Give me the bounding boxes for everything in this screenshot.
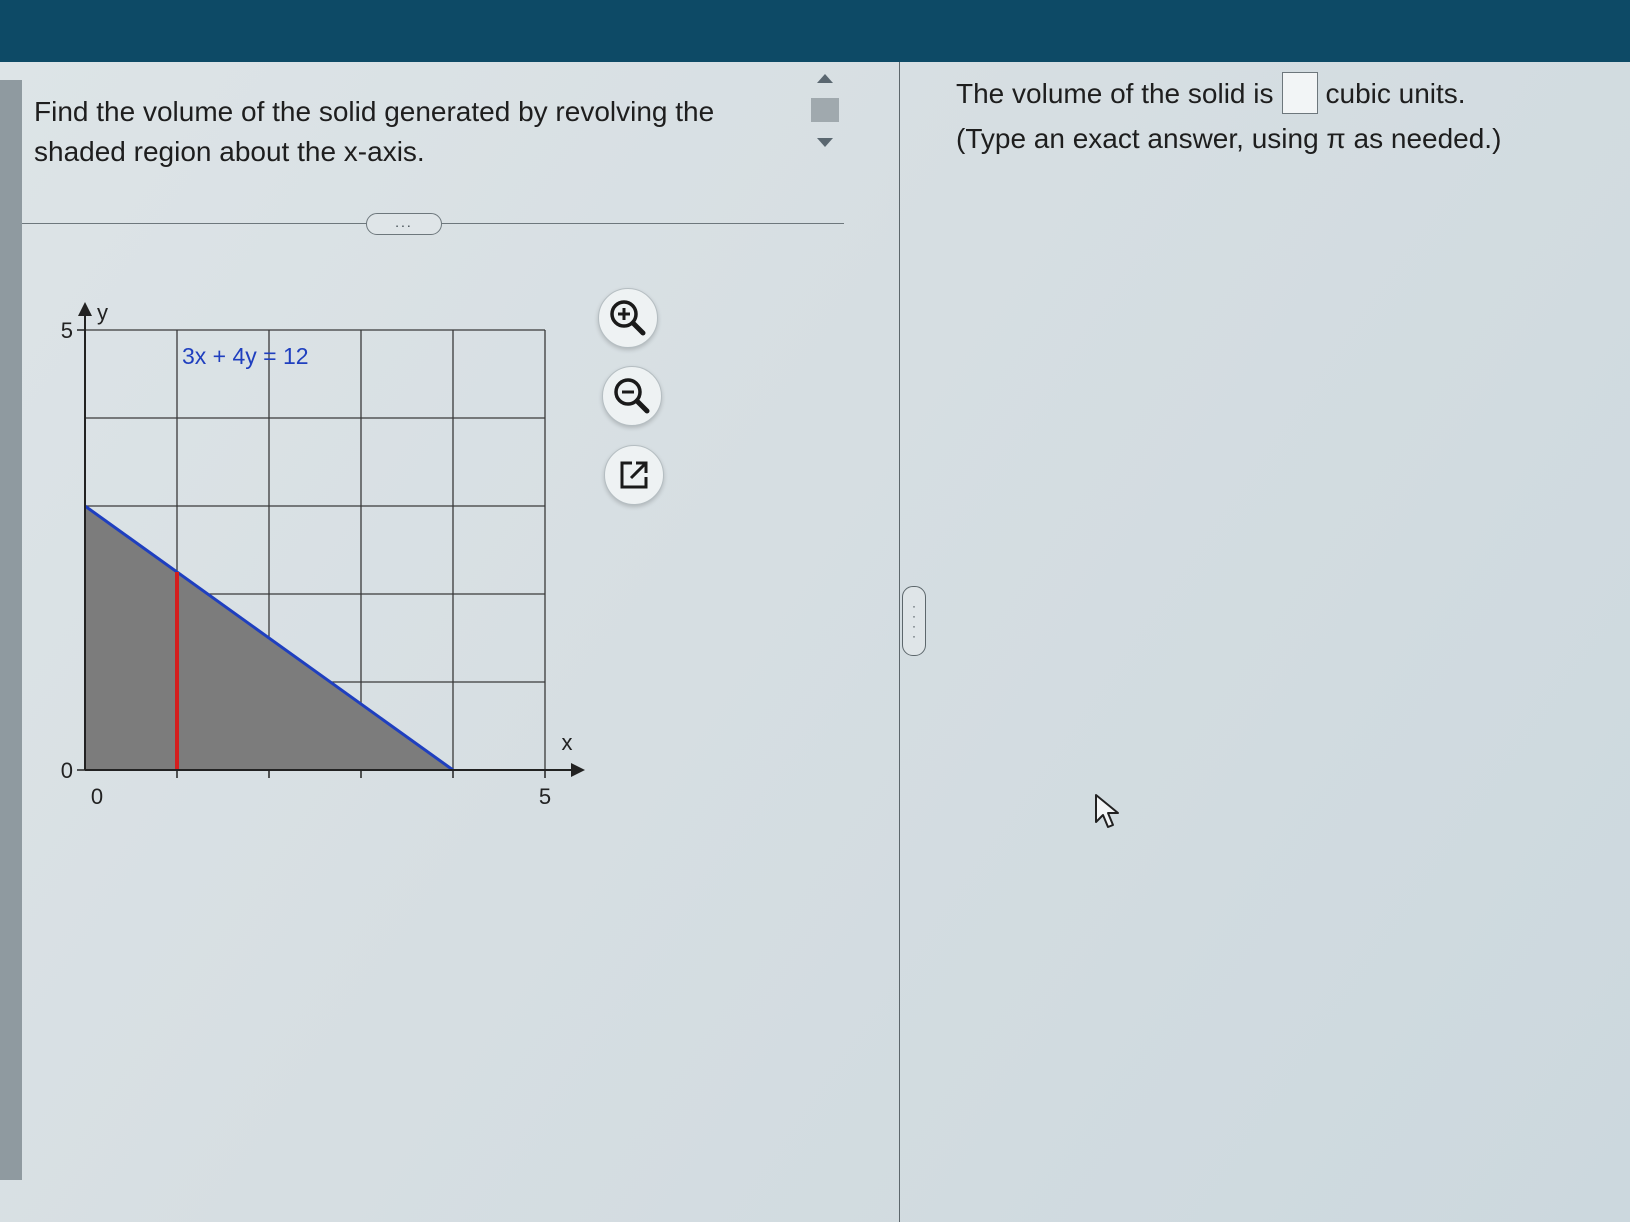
y-tick-label-5: 5 — [61, 318, 73, 343]
x-axis-arrow-icon — [571, 763, 585, 777]
vertical-divider-grip[interactable]: · · · · — [902, 586, 926, 656]
external-link-icon — [620, 461, 648, 489]
question-text: Find the volume of the solid generated b… — [34, 96, 715, 167]
grip-dots-icon: · · · · — [912, 599, 916, 643]
answer-input[interactable] — [1281, 71, 1318, 114]
question-scrollbar[interactable] — [808, 70, 842, 162]
answer-panel: The volume of the solid is cubic units. (… — [956, 71, 1606, 161]
x-tick-label-5: 5 — [539, 784, 551, 809]
scroll-down-arrow-icon[interactable] — [817, 138, 833, 147]
zoom-out-icon — [614, 378, 650, 414]
y-tick-label-0: 0 — [61, 758, 73, 783]
horizontal-divider-grip[interactable]: ... — [366, 213, 442, 235]
equation-label: 3x + 4y = 12 — [182, 343, 309, 369]
x-axis-label: x — [562, 730, 573, 755]
y-axis-arrow-icon — [78, 302, 92, 316]
zoom-in-icon — [610, 300, 646, 336]
popout-button[interactable] — [604, 445, 664, 505]
zoom-out-button[interactable] — [602, 366, 662, 426]
zoom-in-button[interactable] — [598, 288, 658, 348]
left-edge-strip — [0, 80, 22, 1180]
x-tick-label-0: 0 — [91, 784, 103, 809]
mouse-cursor-icon — [1095, 794, 1119, 828]
answer-suffix: cubic units. — [1325, 78, 1466, 109]
top-bar — [0, 0, 1630, 62]
vertical-divider — [899, 62, 900, 1222]
scroll-thumb[interactable] — [811, 98, 839, 122]
graph: x y 0 5 0 5 3x + 4y = 12 — [61, 300, 585, 809]
answer-hint: (Type an exact answer, using π as needed… — [956, 122, 1502, 154]
answer-prefix: The volume of the solid is — [956, 78, 1274, 109]
scroll-up-arrow-icon[interactable] — [817, 74, 833, 83]
y-axis-label: y — [97, 300, 108, 325]
